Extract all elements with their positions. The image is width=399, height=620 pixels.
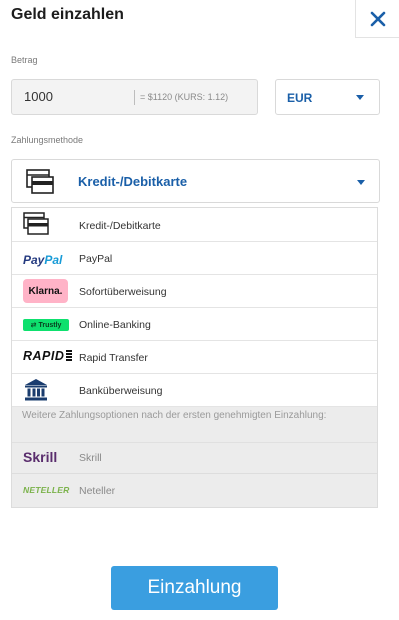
close-icon [370,11,385,26]
rapid-logo: RAPID [23,349,73,363]
credit-card-icon [26,169,54,194]
rapid-logo-text: RAPID [23,349,65,363]
payment-option-label: Kredit-/Debitkarte [79,220,161,232]
payment-option-klarna[interactable]: Klarna. Sofortüberweisung [12,275,377,308]
payment-option-label: Sofortüberweisung [79,286,167,298]
amount-label: Betrag [11,55,38,65]
klarna-logo: Klarna. [23,279,68,303]
payment-option-label: PayPal [79,253,113,265]
trustly-logo-text: Trustly [38,321,62,329]
dialog-header: Geld einzahlen [0,0,399,38]
rapid-logo-mark [66,350,73,362]
payment-option-label: Skrill [79,452,102,464]
payment-option-skrill: Skrill Skrill [12,443,377,474]
payment-option-rapid[interactable]: RAPID Rapid Transfer [12,341,377,374]
payment-option-label: Neteller [79,485,116,497]
chevron-down-icon [357,180,365,185]
payment-option-paypal[interactable]: PayPal PayPal [12,242,377,275]
dialog-title: Geld einzahlen [11,6,124,23]
payment-option-label: Online-Banking [79,319,151,331]
payment-option-neteller: NETELLER Neteller [12,474,377,507]
currency-select[interactable]: EUR [275,79,380,115]
bank-icon [25,379,47,401]
payment-method-dropdown: Kredit-/Debitkarte PayPal PayPal Klarna.… [11,207,378,508]
payment-option-card[interactable]: Kredit-/Debitkarte [12,208,377,242]
skrill-logo: Skrill [23,449,58,465]
paypal-logo: PayPal [23,253,63,267]
currency-value: EUR [287,91,313,105]
payment-option-label: Banküberweisung [79,385,163,397]
trustly-logo: ⇄ Trustly [23,319,69,331]
payment-option-trustly[interactable]: ⇄ Trustly Online-Banking [12,308,377,341]
amount-field[interactable]: 1000 = $1120 (KURS: 1.12) [11,79,258,115]
payment-method-label: Zahlungsmethode [11,135,84,145]
payment-option-bank[interactable]: Banküberweisung [12,374,377,407]
payment-method-select[interactable]: Kredit-/Debitkarte [11,159,380,203]
neteller-logo: NETELLER [23,485,70,495]
payment-option-label: Rapid Transfer [79,352,148,364]
more-options-info: Weitere Zahlungsoptionen nach der ersten… [12,407,377,443]
credit-card-icon [23,212,49,235]
amount-input-value: 1000 [24,89,53,104]
payment-method-selected: Kredit-/Debitkarte [78,174,188,189]
deposit-button[interactable]: Einzahlung [111,566,278,610]
chevron-down-icon [356,95,364,100]
amount-conversion: = $1120 (KURS: 1.12) [140,92,229,102]
trustly-mark: ⇄ [30,322,37,329]
amount-separator [134,90,135,105]
close-button[interactable] [355,0,399,38]
